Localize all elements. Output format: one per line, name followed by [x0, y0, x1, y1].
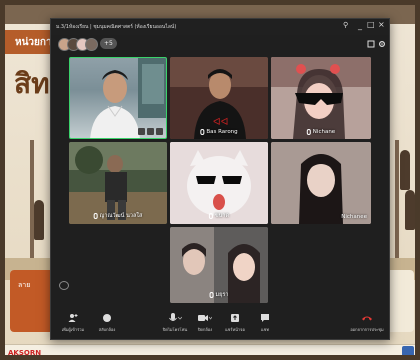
participant-count-badge: +5 — [100, 38, 117, 49]
participant-name: Bas Rarong — [200, 129, 238, 135]
meeting-topbar: +5 — [51, 37, 389, 55]
avatar — [85, 38, 98, 51]
self-status-icons — [138, 128, 163, 135]
chat-icon — [261, 314, 269, 322]
toolbar-label: แชท — [261, 327, 269, 332]
meeting-window: ม.3/1ห้องเรียน | ชุมนุมคณิตศาสตร์ (ห้องเ… — [50, 18, 390, 340]
participant-video: ᐊᐊ — [170, 57, 268, 139]
participant-name: ขนาด — [208, 212, 229, 220]
video-tile-participant[interactable]: Nichane — [271, 57, 371, 139]
video-tile-participant[interactable]: Nichanee — [271, 142, 371, 224]
camera-flip-button[interactable]: สลับกล้อง — [87, 309, 127, 339]
video-icon — [198, 315, 212, 321]
video-tile-participant[interactable]: ᐊᐊ Bas Rarong — [170, 57, 268, 139]
mic-icon — [209, 292, 214, 298]
mic-icon — [169, 313, 182, 321]
layout-icon[interactable] — [367, 40, 375, 48]
svg-text:ᐊᐊ: ᐊᐊ — [213, 116, 228, 128]
toolbar-label: แชร์หน้าจอ — [225, 327, 245, 332]
add-person-icon — [68, 314, 78, 322]
share-icon — [231, 314, 239, 322]
toolbar-label: ปิดไมโครโฟน — [162, 327, 188, 332]
video-tile-participant[interactable]: ขนาด — [170, 142, 268, 224]
hangup-icon — [362, 316, 372, 321]
leave-meeting-button[interactable]: ออกจากการประชุม — [347, 309, 387, 339]
mic-icon — [208, 213, 213, 219]
camera-icon — [103, 314, 111, 322]
mic-icon — [93, 213, 98, 219]
window-titlebar: ม.3/1ห้องเรียน | ชุมนุมคณิตศาสตร์ (ห้องเ… — [51, 19, 389, 35]
participant-name: มยุรา — [209, 291, 228, 299]
mic-icon — [200, 129, 205, 135]
participant-name: Nichanee — [341, 214, 367, 220]
participant-avatars[interactable]: +5 — [58, 38, 117, 52]
meeting-toolbar: เพิ่มผู้เข้าร่วม สลับกล้อง ปิดไมโครโฟน ป… — [51, 309, 389, 339]
close-button[interactable]: × — [378, 21, 385, 29]
participant-name: Nichane — [306, 129, 335, 135]
minimize-button[interactable]: _ — [358, 22, 362, 30]
settings-icon[interactable] — [378, 40, 386, 48]
mic-icon — [306, 129, 311, 135]
toolbar-label: ปิดกล้อง — [197, 327, 213, 332]
maximize-button[interactable]: □ — [367, 21, 375, 29]
video-tile-self[interactable] — [69, 57, 167, 139]
toolbar-label: เพิ่มผู้เข้าร่วม — [61, 327, 85, 332]
participant-name: ญาณวัฒน์ นวลใส — [93, 212, 142, 220]
pin-icon[interactable]: ⚲ — [343, 21, 348, 29]
chat-bubble-icon[interactable] — [59, 281, 69, 290]
video-tile-participant[interactable]: มยุรา — [170, 227, 268, 303]
video-tile-participant[interactable]: ญาณวัฒน์ นวลใส — [69, 142, 167, 224]
chat-button[interactable]: แชท — [245, 309, 285, 339]
participant-video — [271, 142, 371, 224]
participant-video — [271, 57, 371, 139]
toolbar-label: ออกจากการประชุม — [350, 327, 384, 332]
toolbar-label: สลับกล้อง — [98, 327, 116, 332]
participant-video — [90, 58, 166, 138]
window-title: ม.3/1ห้องเรียน | ชุมนุมคณิตศาสตร์ (ห้องเ… — [56, 24, 177, 30]
